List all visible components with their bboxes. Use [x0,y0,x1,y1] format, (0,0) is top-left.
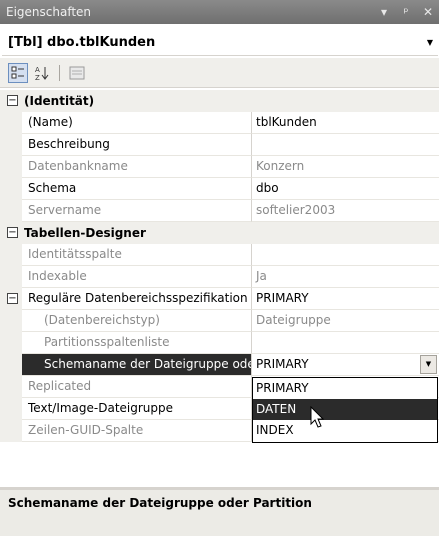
window-title: Eigenschaften [6,5,92,19]
property-value-editor[interactable]: PRIMARY ▼ [252,354,439,376]
property-row-identitaetsspalte[interactable]: Identitätsspalte [0,244,439,266]
categorized-icon[interactable] [8,62,28,83]
category-tabellen-designer[interactable]: − Tabellen-Designer [0,222,439,244]
property-value[interactable]: PRIMARY [252,354,420,375]
property-row-partitionsspaltenliste[interactable]: Partitionsspaltenliste [0,332,439,354]
property-row-name[interactable]: (Name) tblKunden [0,112,439,134]
property-pages-icon[interactable] [67,63,87,83]
chevron-down-icon[interactable]: ▼ [422,38,438,47]
property-name: Indexable [22,266,252,288]
description-panel: Schemaname der Dateigruppe oder Partitio… [0,487,439,536]
property-name: Partitionsspaltenliste [22,332,252,354]
property-row-servername[interactable]: Servername softelier2003 [0,200,439,222]
property-name: Datenbankname [22,156,252,178]
property-name: Replicated [22,376,252,398]
toolbar-separator [59,64,60,81]
property-name: Reguläre Datenbereichsspezifikation [22,288,252,310]
dropdown-option-index[interactable]: INDEX [253,420,437,441]
property-row-datenbankname[interactable]: Datenbankname Konzern [0,156,439,178]
property-row-schema[interactable]: Schema dbo [0,178,439,200]
property-name: Beschreibung [22,134,252,156]
property-value: Ja [252,266,439,288]
pin-icon[interactable]: ᵖ [395,5,417,19]
close-icon[interactable]: ✕ [417,5,439,19]
property-row-regulaere-datenbereichsspezifikation[interactable]: − Reguläre Datenbereichsspezifikation PR… [0,288,439,310]
property-name: Schemaname der Dateigruppe oder Partitio… [22,354,252,376]
object-selector-value: [Tbl] dbo.tblKunden [8,35,156,50]
property-name: (Name) [22,112,252,134]
category-label: (Identität) [22,90,439,112]
property-value[interactable]: tblKunden [252,112,439,134]
property-name: Identitätsspalte [22,244,252,266]
properties-toolbar: A Z [0,58,439,88]
dropdown-option-primary[interactable]: PRIMARY [253,378,437,399]
category-identitaet[interactable]: − (Identität) [0,90,439,112]
collapse-icon[interactable]: − [7,293,18,304]
property-name: (Datenbereichstyp) [22,310,252,332]
collapse-icon[interactable]: − [7,227,18,238]
property-value: Dateigruppe [252,310,439,332]
property-value: Konzern [252,156,439,178]
dropdown-list: PRIMARY DATEN INDEX [252,377,438,443]
window-titlebar: Eigenschaften ▾ ᵖ ✕ [0,0,439,24]
property-row-schemaname-der-dateigruppe[interactable]: Schemaname der Dateigruppe oder Partitio… [0,354,439,376]
dropdown-option-daten[interactable]: DATEN [253,399,437,420]
property-name: Servername [22,200,252,222]
property-value[interactable]: dbo [252,178,439,200]
mouse-cursor-icon [310,405,326,433]
object-selector[interactable]: [Tbl] dbo.tblKunden ▼ [2,30,438,56]
property-row-beschreibung[interactable]: Beschreibung [0,134,439,156]
property-name: Text/Image-Dateigruppe [22,398,252,420]
alphabetical-sort-icon[interactable]: A Z [32,63,52,83]
category-label: Tabellen-Designer [22,222,439,244]
property-value[interactable] [252,134,439,156]
description-title: Schemaname der Dateigruppe oder Partitio… [8,496,312,510]
dropdown-arrow-icon[interactable]: ▾ [373,5,395,19]
property-row-datenbereichstyp[interactable]: (Datenbereichstyp) Dateigruppe [0,310,439,332]
property-value: softelier2003 [252,200,439,222]
collapse-icon[interactable]: − [7,95,18,106]
svg-text:A: A [35,66,40,74]
property-name: Zeilen-GUID-Spalte [22,420,252,442]
property-value [252,332,439,354]
property-name: Schema [22,178,252,200]
svg-text:Z: Z [35,74,40,81]
property-value[interactable]: PRIMARY [252,288,439,310]
property-row-indexable[interactable]: Indexable Ja [0,266,439,288]
dropdown-button[interactable]: ▼ [420,355,437,374]
property-value [252,244,439,266]
